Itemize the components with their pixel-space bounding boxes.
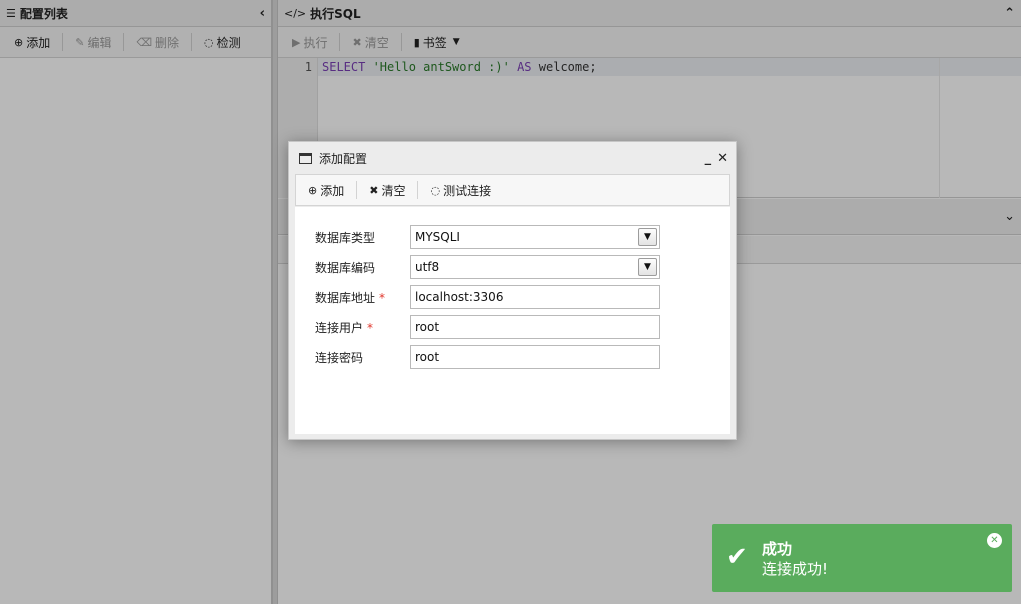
close-icon[interactable]: ✕ bbox=[987, 533, 1002, 548]
toolbar-divider bbox=[356, 181, 358, 199]
user-input[interactable]: root bbox=[410, 315, 660, 339]
minimize-icon[interactable]: _ bbox=[705, 151, 712, 166]
toast-title: 成功 bbox=[762, 540, 793, 558]
toast-message: 连接成功! bbox=[762, 560, 829, 578]
dialog-add-label: 添加 bbox=[320, 183, 345, 198]
db-type-value: MYSQLI bbox=[415, 230, 460, 244]
db-type-select[interactable]: MYSQLI ▼ bbox=[410, 225, 660, 249]
db-encoding-select[interactable]: utf8 ▼ bbox=[410, 255, 660, 279]
user-row: 连接用户 * root bbox=[315, 315, 660, 339]
test-connection-label: 测试连接 bbox=[443, 183, 492, 198]
required-mark: * bbox=[367, 320, 374, 335]
dialog-titlebar[interactable]: 添加配置 _ ✕ bbox=[289, 142, 736, 174]
db-encoding-row: 数据库编码 utf8 ▼ bbox=[315, 255, 660, 279]
dialog-controls: _ ✕ bbox=[705, 151, 728, 166]
password-value: root bbox=[415, 350, 440, 364]
spinner-icon: ◌ bbox=[430, 183, 441, 197]
user-value: root bbox=[415, 320, 440, 334]
dialog-form: 数据库类型 MYSQLI ▼ 数据库编码 utf8 ▼ 数据库地址 * local… bbox=[295, 207, 730, 434]
db-host-label-text: 数据库地址 bbox=[315, 290, 376, 305]
password-row: 连接密码 root bbox=[315, 345, 660, 369]
close-icon[interactable]: ✕ bbox=[717, 151, 728, 166]
dialog-toolbar: ⊕ 添加 ✖ 清空 ◌ 测试连接 bbox=[295, 174, 730, 206]
dialog-clear-label: 清空 bbox=[381, 183, 406, 198]
password-input[interactable]: root bbox=[410, 345, 660, 369]
dialog-clear-button[interactable]: ✖ 清空 bbox=[361, 179, 413, 201]
db-encoding-label: 数据库编码 bbox=[315, 260, 376, 275]
dialog-add-button[interactable]: ⊕ 添加 bbox=[300, 179, 352, 201]
db-type-row: 数据库类型 MYSQLI ▼ bbox=[315, 225, 660, 249]
toolbar-divider bbox=[417, 181, 419, 199]
test-connection-button[interactable]: ◌ 测试连接 bbox=[422, 179, 499, 201]
db-encoding-value: utf8 bbox=[415, 260, 440, 274]
dialog-title: 添加配置 bbox=[319, 151, 368, 166]
required-mark: * bbox=[379, 290, 386, 305]
chevron-down-icon: ▼ bbox=[638, 258, 657, 276]
password-label: 连接密码 bbox=[315, 350, 364, 365]
db-host-input[interactable]: localhost:3306 bbox=[410, 285, 660, 309]
user-label: 连接用户 * bbox=[315, 319, 410, 336]
user-label-text: 连接用户 bbox=[315, 320, 364, 335]
db-host-row: 数据库地址 * localhost:3306 bbox=[315, 285, 660, 309]
window-icon bbox=[299, 152, 312, 164]
checkmark-icon: ✔ bbox=[726, 542, 748, 572]
close-icon: ✖ bbox=[369, 183, 379, 197]
db-host-value: localhost:3306 bbox=[415, 290, 504, 304]
db-type-label: 数据库类型 bbox=[315, 230, 376, 245]
db-host-label: 数据库地址 * bbox=[315, 289, 410, 306]
add-config-dialog: 添加配置 _ ✕ ⊕ 添加 ✖ 清空 ◌ 测试连接 数据库类型 MYSQLI ▼ bbox=[288, 141, 737, 440]
chevron-down-icon: ▼ bbox=[638, 228, 657, 246]
success-toast: ✔ 成功 连接成功! ✕ bbox=[712, 524, 1012, 592]
plus-circle-icon: ⊕ bbox=[308, 183, 318, 197]
